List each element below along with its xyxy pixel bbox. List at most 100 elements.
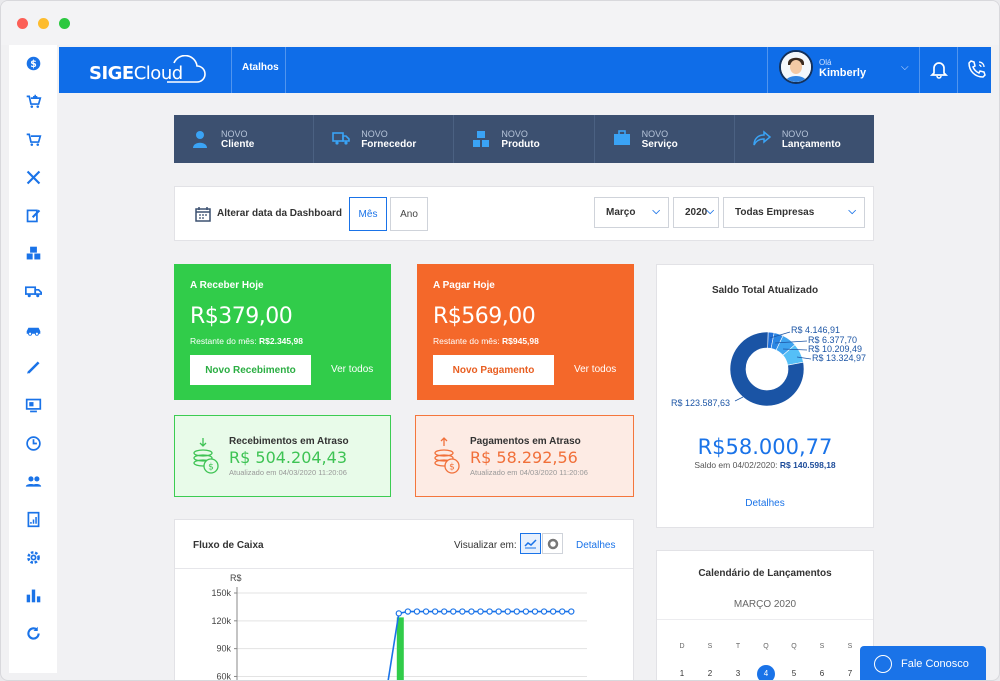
new-service-shortcut[interactable]: NOVO Serviço [595, 115, 735, 163]
cash-flow-point[interactable] [459, 608, 466, 615]
cash-flow-point[interactable] [431, 608, 439, 615]
cash-flow-point[interactable] [568, 608, 575, 615]
company-select[interactable]: Todas Empresas ⌵ [723, 197, 865, 228]
dollar-icon[interactable]: $ [23, 53, 43, 73]
cash-flow-point[interactable] [413, 608, 421, 615]
cash-flow-point[interactable] [450, 608, 457, 615]
svg-text:$: $ [208, 463, 214, 473]
user-name: Kimberly [819, 67, 867, 79]
shortcut-label-top: NOVO [781, 129, 809, 139]
calendar-day[interactable]: 1 [673, 665, 691, 680]
cart-add-icon[interactable] [23, 91, 43, 111]
contact-chat-button[interactable]: Fale Conosco [860, 646, 986, 680]
cash-flow-point[interactable] [559, 608, 566, 615]
entries-calendar-card: Calendário de Lançamentos MARÇO 2020 D S T… [656, 550, 874, 680]
receivable-view-all-link[interactable]: Ver todos [331, 364, 373, 375]
user-menu[interactable]: Olá Kimberly ⌵ [777, 49, 917, 89]
year-toggle[interactable]: Ano [390, 197, 428, 231]
weekday-label: Q [763, 643, 769, 650]
shortcut-label: Produto [501, 139, 540, 150]
cash-flow-point[interactable] [440, 608, 448, 615]
cash-flow-point[interactable] [422, 608, 430, 615]
chevron-down-icon: ⌵ [848, 206, 856, 217]
payable-today-card: A Pagar Hoje R$569,00 Restante do mês: R… [417, 264, 634, 400]
chevron-down-icon: ⌵ [901, 62, 909, 73]
new-receipt-button[interactable]: Novo Recebimento [190, 355, 311, 385]
truck-icon[interactable] [23, 281, 43, 301]
weekday-label: S [707, 643, 713, 650]
car-icon[interactable] [23, 319, 43, 339]
users-icon[interactable] [23, 471, 43, 491]
receivable-title: A Receber Hoje [190, 280, 264, 291]
shortcut-label: Lançamento [781, 139, 841, 150]
donut-chart-view-button[interactable] [542, 533, 563, 554]
atalhos-menu[interactable]: Atalhos [242, 62, 279, 73]
topbar-divider [957, 47, 958, 93]
logo-text: SIGE [89, 63, 134, 84]
calendar-day[interactable]: 5 [785, 665, 803, 680]
cash-flow-point[interactable] [531, 608, 539, 615]
payable-title: A Pagar Hoje [433, 280, 495, 291]
cash-flow-point[interactable] [549, 608, 557, 615]
cart-icon[interactable] [23, 129, 43, 149]
payable-value: R$569,00 [433, 304, 536, 329]
cash-flow-point[interactable] [468, 608, 475, 615]
phone-icon[interactable] [967, 59, 987, 79]
cash-flow-chart: R$ 150k 120k 90k 60k [211, 573, 587, 680]
clock-icon[interactable] [23, 433, 43, 453]
cash-flow-point[interactable] [495, 608, 502, 615]
tools-icon[interactable] [23, 167, 43, 187]
minimize-window-button[interactable] [38, 18, 49, 29]
cash-flow-point[interactable] [540, 608, 548, 615]
close-window-button[interactable] [17, 18, 28, 29]
year-select[interactable]: 2020 ⌵ [673, 197, 719, 228]
calendar-day[interactable]: 4 [757, 665, 775, 680]
calendar-day[interactable]: 3 [729, 665, 747, 680]
sigecloud-logo[interactable]: SIGECloud [89, 55, 209, 87]
cash-flow-point[interactable] [395, 610, 402, 617]
cash-flow-details-link[interactable]: Detalhes [576, 540, 615, 551]
new-payment-button[interactable]: Novo Pagamento [433, 355, 554, 385]
report-icon[interactable] [23, 509, 43, 529]
new-supplier-shortcut[interactable]: NOVO Fornecedor [314, 115, 455, 163]
new-client-shortcut[interactable]: NOVO Cliente [174, 115, 315, 163]
maximize-window-button[interactable] [59, 18, 70, 29]
coins-down-icon: $ [193, 438, 219, 474]
cash-flow-point[interactable] [486, 608, 493, 615]
new-entry-shortcut[interactable]: NOVO Lançamento [735, 115, 874, 163]
cash-flow-point[interactable] [477, 608, 484, 615]
late-receivables-card[interactable]: $ Recebimentos em Atraso R$ 504.204,43 A… [174, 415, 391, 497]
late-payables-card[interactable]: $ Pagamentos em Atraso R$ 58.292,56 Atua… [415, 415, 634, 497]
payable-rest: Restante do mês: R$945,98 [433, 336, 539, 346]
cash-flow-point[interactable] [513, 608, 521, 615]
monitor-icon[interactable] [23, 395, 43, 415]
pen-icon[interactable] [23, 357, 43, 377]
weekday-label: D [679, 643, 685, 650]
late-payables-updated: Atualizado em 04/03/2020 11:20:06 [470, 468, 588, 477]
boxes-icon[interactable] [23, 243, 43, 263]
cash-flow-point[interactable] [504, 608, 511, 615]
y-tick-label: 120k [211, 616, 231, 626]
month-select[interactable]: Março ⌵ [594, 197, 669, 228]
calendar-day[interactable]: 6 [813, 665, 831, 680]
receivable-value: R$379,00 [190, 304, 293, 329]
edit-icon[interactable] [23, 205, 43, 225]
user-icon [193, 131, 207, 148]
calendar-day[interactable]: 2 [701, 665, 719, 680]
bell-icon[interactable] [929, 59, 949, 79]
sidebar: $ [9, 45, 57, 673]
line-chart-view-button[interactable] [520, 533, 541, 554]
bar-chart-icon[interactable] [23, 585, 43, 605]
cash-flow-point[interactable] [522, 608, 530, 615]
payable-view-all-link[interactable]: Ver todos [574, 364, 616, 375]
shortcuts-bar: NOVO Cliente NOVO Fornecedor NOVO Produt… [174, 115, 874, 163]
cash-flow-point[interactable] [404, 608, 412, 615]
new-product-shortcut[interactable]: NOVO Produto [454, 115, 595, 163]
month-toggle[interactable]: Mês [349, 197, 387, 231]
y-tick-label: 150k [211, 588, 231, 598]
refresh-icon[interactable] [23, 623, 43, 643]
balance-details-link[interactable]: Detalhes [657, 498, 873, 509]
gear-icon[interactable] [23, 547, 43, 567]
weekday-label: Q [791, 643, 797, 650]
calendar-day[interactable]: 7 [841, 665, 859, 680]
